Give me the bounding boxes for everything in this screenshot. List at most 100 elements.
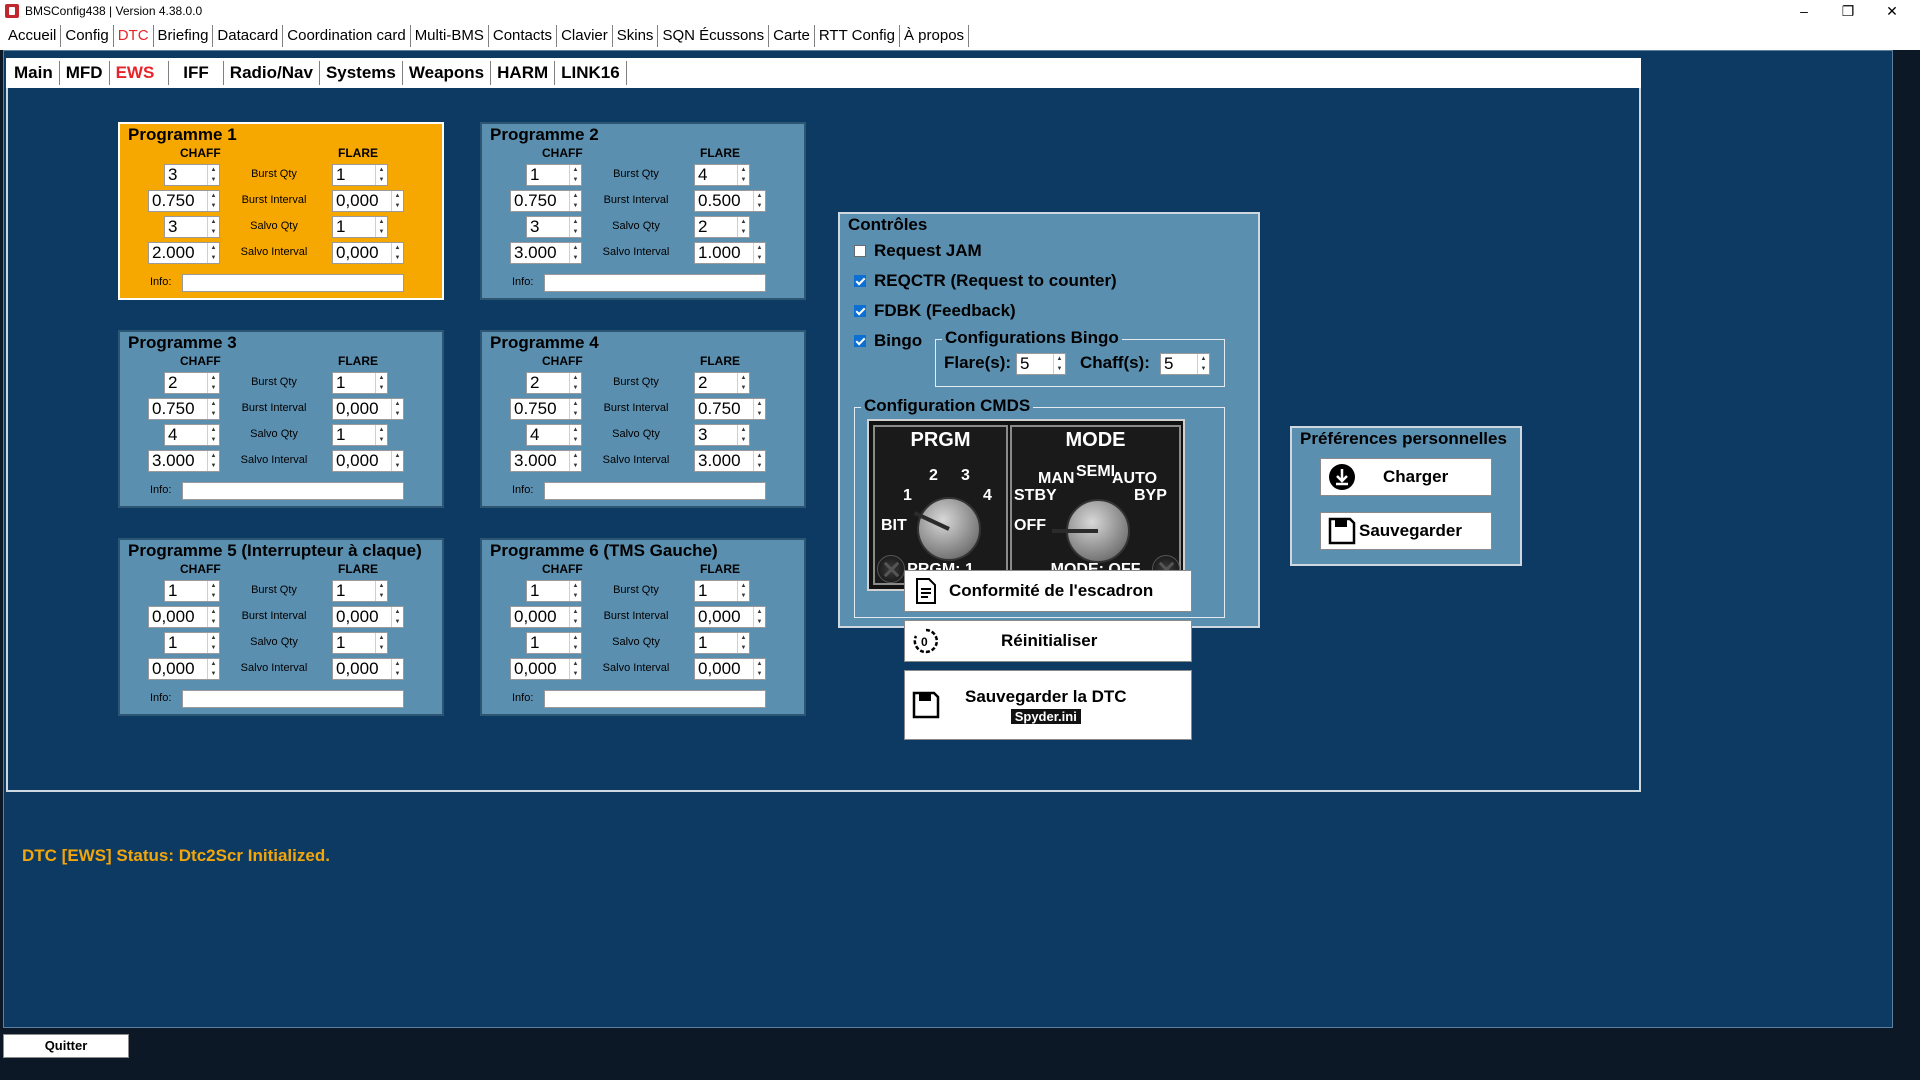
flare-burst-interval-spinner[interactable]: 0.500 ▲ ▼ — [694, 190, 766, 212]
chaff-burst-qty-spinner[interactable]: 1 ▲ ▼ — [526, 164, 582, 186]
flare-burst-interval-spinner[interactable]: 0,000 ▲ ▼ — [332, 190, 404, 212]
spinner-arrows[interactable]: ▲ ▼ — [737, 581, 749, 601]
down-arrow-icon[interactable]: ▼ — [738, 227, 749, 237]
flare-burst-interval-spinner[interactable]: 0,000 ▲ ▼ — [332, 606, 404, 628]
spinner-arrows[interactable]: ▲ ▼ — [391, 399, 403, 419]
up-arrow-icon[interactable]: ▲ — [208, 217, 219, 227]
chaff-salvo-interval-spinner[interactable]: 3.000 ▲ ▼ — [148, 450, 220, 472]
spinner-arrows[interactable]: ▲ ▼ — [753, 607, 765, 627]
checkbox-box[interactable] — [854, 275, 866, 287]
chaff-salvo-qty-spinner[interactable]: 3 ▲ ▼ — [526, 216, 582, 238]
chaff-salvo-interval-spinner[interactable]: 0,000 ▲ ▼ — [510, 658, 582, 680]
down-arrow-icon[interactable]: ▼ — [1054, 364, 1065, 374]
down-arrow-icon[interactable]: ▼ — [392, 461, 403, 471]
tab-harm[interactable]: HARM — [491, 61, 556, 85]
up-arrow-icon[interactable]: ▲ — [738, 633, 749, 643]
menu-item[interactable]: Skins — [613, 25, 659, 47]
down-arrow-icon[interactable]: ▼ — [208, 617, 219, 627]
spinner-arrows[interactable]: ▲ ▼ — [207, 581, 219, 601]
spinner-arrows[interactable]: ▲ ▼ — [569, 165, 581, 185]
down-arrow-icon[interactable]: ▼ — [570, 617, 581, 627]
down-arrow-icon[interactable]: ▼ — [738, 435, 749, 445]
checkbox-box[interactable] — [854, 305, 866, 317]
flare-burst-qty-spinner[interactable]: 1 ▲ ▼ — [332, 580, 388, 602]
flare-salvo-interval-spinner[interactable]: 0,000 ▲ ▼ — [694, 658, 766, 680]
down-arrow-icon[interactable]: ▼ — [570, 201, 581, 211]
spinner-arrows[interactable]: ▲ ▼ — [737, 633, 749, 653]
down-arrow-icon[interactable]: ▼ — [208, 669, 219, 679]
spinner-arrows[interactable]: ▲ ▼ — [375, 633, 387, 653]
spinner-arrows[interactable]: ▲ ▼ — [207, 425, 219, 445]
flare-burst-qty-spinner[interactable]: 4 ▲ ▼ — [694, 164, 750, 186]
up-arrow-icon[interactable]: ▲ — [392, 191, 403, 201]
down-arrow-icon[interactable]: ▼ — [754, 461, 765, 471]
up-arrow-icon[interactable]: ▲ — [738, 373, 749, 383]
up-arrow-icon[interactable]: ▲ — [392, 607, 403, 617]
down-arrow-icon[interactable]: ▼ — [376, 591, 387, 601]
down-arrow-icon[interactable]: ▼ — [376, 175, 387, 185]
spinner-arrows[interactable]: ▲ ▼ — [737, 217, 749, 237]
spinner-arrows[interactable]: ▲ ▼ — [737, 373, 749, 393]
flare-salvo-qty-spinner[interactable]: 1 ▲ ▼ — [332, 632, 388, 654]
up-arrow-icon[interactable]: ▲ — [376, 373, 387, 383]
up-arrow-icon[interactable]: ▲ — [376, 425, 387, 435]
up-arrow-icon[interactable]: ▲ — [208, 425, 219, 435]
fdbk-checkbox[interactable]: FDBK (Feedback) — [854, 301, 1016, 321]
chaff-salvo-interval-spinner[interactable]: 3.000 ▲ ▼ — [510, 450, 582, 472]
tab-mfd[interactable]: MFD — [60, 61, 110, 85]
flare-burst-qty-spinner[interactable]: 1 ▲ ▼ — [332, 164, 388, 186]
down-arrow-icon[interactable]: ▼ — [208, 461, 219, 471]
up-arrow-icon[interactable]: ▲ — [392, 399, 403, 409]
checkbox-box[interactable] — [854, 335, 866, 347]
reqctr-checkbox[interactable]: REQCTR (Request to counter) — [854, 271, 1117, 291]
chaff-burst-interval-spinner[interactable]: 0.750 ▲ ▼ — [148, 190, 220, 212]
down-arrow-icon[interactable]: ▼ — [754, 201, 765, 211]
minimize-button[interactable]: – — [1782, 0, 1826, 22]
program-1-panel[interactable]: Programme 1 CHAFF FLARE 3 ▲ ▼ Burst Qty 1 ▲ ▼ 0.75… — [118, 122, 444, 300]
bingo-checkbox[interactable]: Bingo — [854, 331, 922, 351]
down-arrow-icon[interactable]: ▼ — [392, 669, 403, 679]
flare-salvo-interval-spinner[interactable]: 3.000 ▲ ▼ — [694, 450, 766, 472]
chaff-salvo-qty-spinner[interactable]: 3 ▲ ▼ — [164, 216, 220, 238]
spinner-arrows[interactable]: ▲ ▼ — [737, 425, 749, 445]
up-arrow-icon[interactable]: ▲ — [392, 451, 403, 461]
down-arrow-icon[interactable]: ▼ — [392, 617, 403, 627]
spinner-arrows[interactable]: ▲ ▼ — [737, 165, 749, 185]
chaff-salvo-qty-spinner[interactable]: 4 ▲ ▼ — [526, 424, 582, 446]
up-arrow-icon[interactable]: ▲ — [570, 607, 581, 617]
down-arrow-icon[interactable]: ▼ — [570, 175, 581, 185]
info-input[interactable] — [544, 690, 766, 708]
up-arrow-icon[interactable]: ▲ — [570, 633, 581, 643]
spinner-arrows[interactable]: ▲ ▼ — [375, 373, 387, 393]
program-5-panel[interactable]: Programme 5 (Interrupteur à claque) CHAFF… — [118, 538, 444, 716]
chaff-burst-qty-spinner[interactable]: 1 ▲ ▼ — [526, 580, 582, 602]
down-arrow-icon[interactable]: ▼ — [570, 227, 581, 237]
down-arrow-icon[interactable]: ▼ — [738, 175, 749, 185]
up-arrow-icon[interactable]: ▲ — [208, 581, 219, 591]
up-arrow-icon[interactable]: ▲ — [738, 425, 749, 435]
menu-item[interactable]: À propos — [900, 25, 970, 47]
down-arrow-icon[interactable]: ▼ — [754, 617, 765, 627]
spinner-arrows[interactable]: ▲ ▼ — [207, 217, 219, 237]
down-arrow-icon[interactable]: ▼ — [570, 409, 581, 419]
spinner-arrows[interactable]: ▲ ▼ — [207, 607, 219, 627]
tab-main[interactable]: Main — [8, 61, 60, 85]
spinner-arrows[interactable]: ▲ ▼ — [569, 425, 581, 445]
checkbox-box[interactable] — [854, 245, 866, 257]
spinner-arrows[interactable]: ▲ ▼ — [569, 581, 581, 601]
down-arrow-icon[interactable]: ▼ — [738, 383, 749, 393]
up-arrow-icon[interactable]: ▲ — [754, 191, 765, 201]
up-arrow-icon[interactable]: ▲ — [208, 373, 219, 383]
up-arrow-icon[interactable]: ▲ — [208, 659, 219, 669]
up-arrow-icon[interactable]: ▲ — [738, 165, 749, 175]
menu-item[interactable]: SQN Écussons — [658, 25, 770, 47]
down-arrow-icon[interactable]: ▼ — [570, 383, 581, 393]
sauvegarder-button[interactable]: Sauvegarder — [1320, 512, 1492, 550]
down-arrow-icon[interactable]: ▼ — [208, 591, 219, 601]
up-arrow-icon[interactable]: ▲ — [376, 581, 387, 591]
up-arrow-icon[interactable]: ▲ — [754, 451, 765, 461]
up-arrow-icon[interactable]: ▲ — [570, 373, 581, 383]
up-arrow-icon[interactable]: ▲ — [754, 607, 765, 617]
down-arrow-icon[interactable]: ▼ — [738, 591, 749, 601]
close-button[interactable]: ✕ — [1870, 0, 1914, 22]
